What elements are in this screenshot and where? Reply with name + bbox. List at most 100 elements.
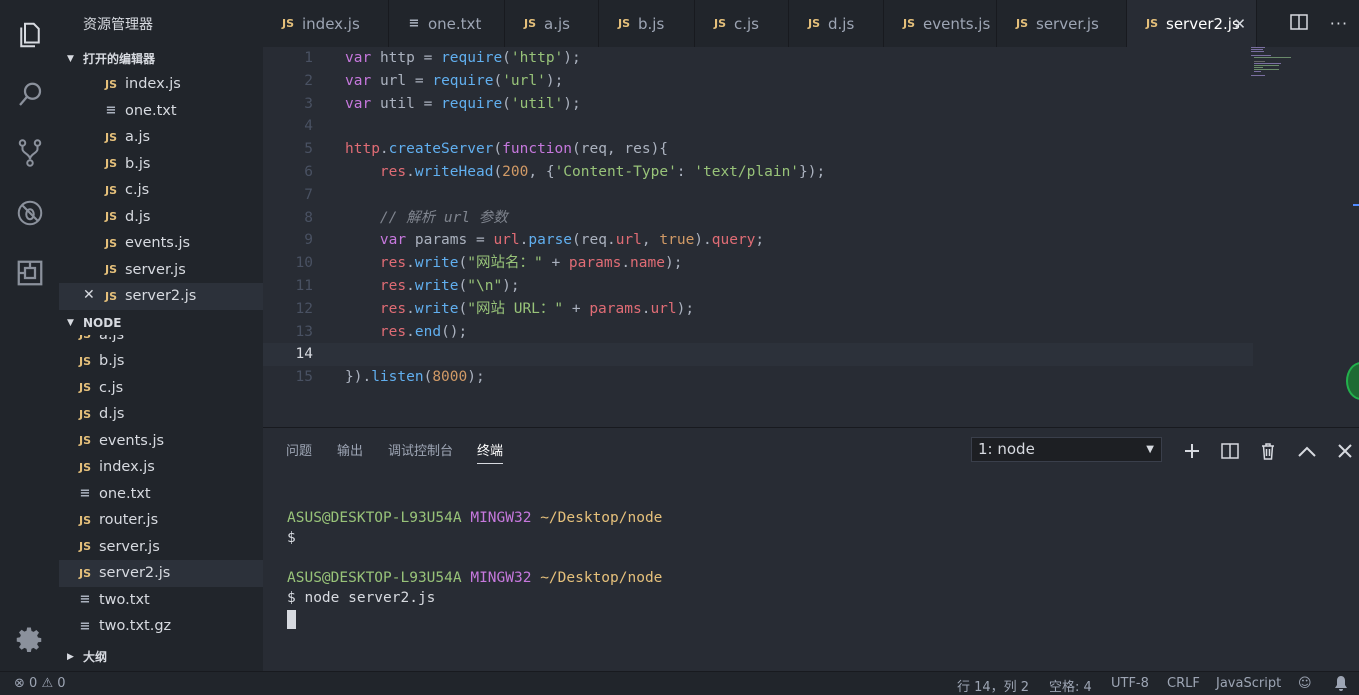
more-actions-icon[interactable]: ···	[1330, 14, 1348, 33]
split-terminal-icon[interactable]	[1217, 438, 1243, 464]
file-tree-item[interactable]: JS c.js	[59, 375, 263, 402]
line-number: 15	[295, 369, 313, 386]
terminal-select-value: 1: node	[978, 440, 1035, 458]
js-file-icon: JS	[78, 381, 91, 395]
tab-events-js[interactable]: JS events.js	[884, 0, 997, 47]
file-tree-item[interactable]: JS index.js	[59, 454, 263, 481]
file-name: a.js	[99, 334, 125, 343]
tab-one-txt[interactable]: ≡ one.txt	[389, 0, 505, 47]
line-ending[interactable]: CRLF	[1167, 676, 1200, 691]
file-tree-item[interactable]: ≡ one.txt	[59, 481, 263, 508]
close-icon[interactable]: ✕	[83, 287, 95, 303]
open-editors-list: JS index.js ≡ one.txt JS a.js JS b.js JS c.js JS d.…	[59, 71, 263, 310]
problems-indicator[interactable]: ⊗ 0 ⚠ 0	[14, 676, 66, 691]
chevron-up-icon[interactable]	[1294, 438, 1320, 464]
tab-b-js[interactable]: JS b.js	[599, 0, 695, 47]
debug-icon[interactable]	[0, 188, 59, 238]
open-editor-item[interactable]: JS a.js	[59, 124, 263, 151]
file-tree-item[interactable]: JS d.js	[59, 401, 263, 428]
open-editor-item[interactable]: ≡ one.txt	[59, 98, 263, 125]
file-name: b.js	[125, 155, 151, 172]
close-icon[interactable]: ✕	[1233, 15, 1246, 33]
open-editor-item[interactable]: JS c.js	[59, 177, 263, 204]
tab-index-js[interactable]: JS index.js	[263, 0, 389, 47]
chevron-down-icon: ▼	[67, 54, 74, 64]
bell-icon[interactable]	[1334, 676, 1348, 695]
split-editor-icon[interactable]	[1290, 13, 1308, 34]
terminal-select[interactable]: 1: node ▼	[971, 437, 1162, 462]
file-name: c.js	[99, 379, 124, 396]
file-name: events.js	[99, 432, 165, 449]
js-file-icon: JS	[104, 130, 117, 144]
error-icon: ⊗	[14, 676, 25, 691]
line-number: 8	[304, 209, 313, 226]
open-editor-item[interactable]: JS index.js	[59, 71, 263, 98]
node-folder-header[interactable]: ▼ NODE	[59, 311, 263, 335]
line-number: 12	[295, 300, 313, 317]
terminal-prompt-1: ASUS@DESKTOP-L93U54A MINGW32 ~/Desktop/n…	[287, 510, 663, 526]
text-file-icon: ≡	[79, 592, 91, 608]
js-file-icon: JS	[713, 17, 726, 30]
js-file-icon: JS	[807, 17, 820, 30]
encoding[interactable]: UTF-8	[1111, 676, 1149, 691]
open-editors-label: 打开的编辑器	[83, 52, 156, 66]
terminal-command: $ node server2.js	[287, 590, 436, 606]
files-icon[interactable]	[0, 10, 59, 60]
terminal-cursor	[287, 610, 296, 629]
tab-c-js[interactable]: JS c.js	[695, 0, 789, 47]
trash-icon[interactable]	[1255, 438, 1281, 464]
tab-d-js[interactable]: JS d.js	[789, 0, 884, 47]
file-tree-item[interactable]: JS a.js	[59, 335, 263, 349]
js-file-icon: JS	[104, 236, 117, 250]
file-name: b.js	[99, 353, 125, 370]
open-editor-item[interactable]: JS d.js	[59, 204, 263, 231]
tab-a-js[interactable]: JS a.js	[505, 0, 599, 47]
status-bar: ⊗ 0 ⚠ 0 行 14，列 2 空格: 4 UTF-8 CRLF JavaSc…	[0, 671, 1359, 695]
panel-tab[interactable]: 输出	[337, 440, 363, 459]
source-control-icon[interactable]	[0, 128, 59, 178]
settings-gear-icon[interactable]	[0, 615, 59, 665]
code-editor[interactable]: var http = require('http'); var url = re…	[263, 47, 1359, 427]
close-panel-icon[interactable]	[1332, 438, 1358, 464]
open-editor-item[interactable]: ✕ JS server2.js	[59, 283, 263, 310]
indentation[interactable]: 空格: 4	[1049, 676, 1092, 695]
code-line-10: res.write("网站名：" + params.name);	[379, 255, 683, 272]
search-icon[interactable]	[0, 70, 59, 120]
feedback-icon[interactable]: ☺	[1298, 676, 1312, 691]
file-tree-item[interactable]: JS events.js	[59, 428, 263, 455]
open-editor-item[interactable]: JS server.js	[59, 257, 263, 284]
extensions-icon[interactable]	[0, 248, 59, 298]
open-editor-item[interactable]: JS events.js	[59, 230, 263, 257]
tab-label: c.js	[734, 14, 759, 33]
js-file-icon: JS	[104, 157, 117, 171]
js-file-icon: JS	[104, 289, 117, 303]
file-tree-item[interactable]: ≡ two.txt.gz	[59, 613, 263, 640]
panel-tab[interactable]: 问题	[286, 440, 312, 459]
js-file-icon: JS	[78, 334, 91, 342]
file-tree-item[interactable]: JS router.js	[59, 507, 263, 534]
minimap[interactable]	[1251, 47, 1359, 427]
new-terminal-icon[interactable]	[1179, 438, 1205, 464]
open-editor-item[interactable]: JS b.js	[59, 151, 263, 178]
tab-label: server2.js	[1166, 14, 1240, 33]
node-file-list[interactable]: JS a.js JS b.js JS c.js JS d.js JS events.js JS ind…	[59, 335, 263, 661]
file-name: one.txt	[99, 485, 151, 502]
file-tree-item[interactable]: JS b.js	[59, 348, 263, 375]
file-name: router.js	[99, 512, 159, 529]
panel-tab[interactable]: 终端	[477, 440, 504, 464]
tab-server2-js[interactable]: JS server2.js ✕	[1127, 0, 1257, 47]
js-file-icon: JS	[281, 17, 294, 30]
panel-tab[interactable]: 调试控制台	[388, 440, 453, 459]
file-name: server.js	[125, 261, 186, 278]
tab-server-js[interactable]: JS server.js	[997, 0, 1127, 47]
open-editors-header[interactable]: ▼ 打开的编辑器	[59, 47, 263, 71]
js-file-icon: JS	[1145, 17, 1158, 30]
language-mode[interactable]: JavaScript	[1216, 676, 1281, 691]
outline-header[interactable]: ▶ 大纲	[59, 645, 263, 669]
tab-label: one.txt	[428, 14, 482, 33]
file-tree-item[interactable]: JS server2.js	[59, 560, 263, 587]
line-number: 9	[304, 232, 313, 249]
file-tree-item[interactable]: ≡ two.txt	[59, 587, 263, 614]
file-tree-item[interactable]: JS server.js	[59, 534, 263, 561]
cursor-position[interactable]: 行 14，列 2	[957, 676, 1029, 695]
